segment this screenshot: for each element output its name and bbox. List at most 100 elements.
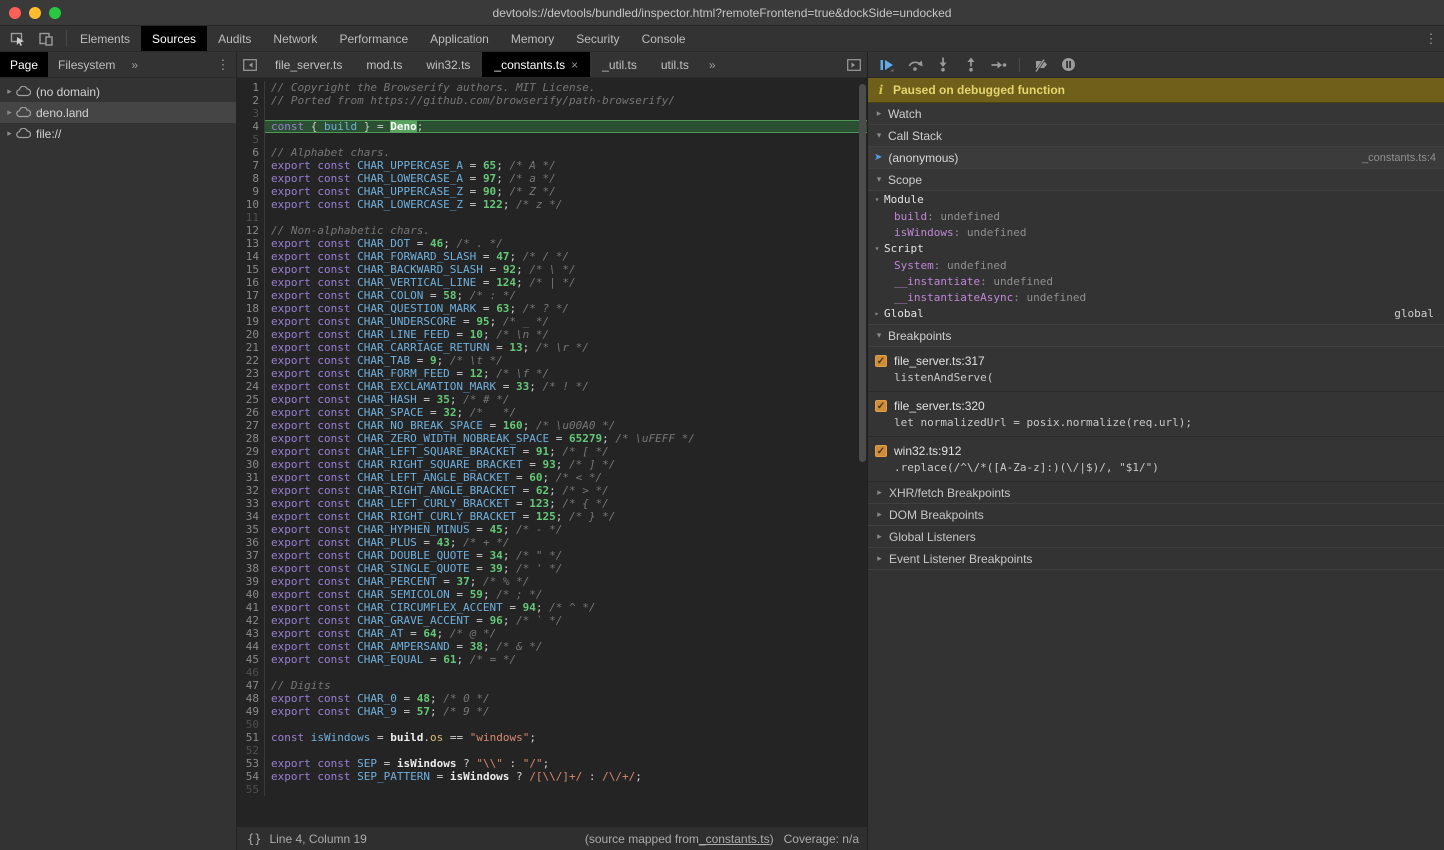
line-number[interactable]: 10 xyxy=(237,198,265,211)
line-number[interactable]: 29 xyxy=(237,445,265,458)
tree-item-no-domain[interactable]: ▸(no domain) xyxy=(0,81,236,102)
file-tab-file-server-ts[interactable]: file_server.ts xyxy=(263,52,354,77)
tab-audits[interactable]: Audits xyxy=(207,26,262,51)
line-number[interactable]: 15 xyxy=(237,263,265,276)
close-window-button[interactable] xyxy=(9,7,21,19)
tab-console[interactable]: Console xyxy=(631,26,697,51)
watch-section-header[interactable]: ▸ Watch xyxy=(868,103,1444,125)
tree-item-deno-land[interactable]: ▸deno.land xyxy=(0,102,236,123)
deactivate-breakpoints-button[interactable] xyxy=(1029,54,1051,76)
line-number[interactable]: 23 xyxy=(237,367,265,380)
line-number[interactable]: 48 xyxy=(237,692,265,705)
line-number[interactable]: 18 xyxy=(237,302,265,315)
step-over-button[interactable] xyxy=(904,54,926,76)
line-number[interactable]: 26 xyxy=(237,406,265,419)
more-navigator-tabs-icon[interactable]: » xyxy=(125,52,144,77)
tab-memory[interactable]: Memory xyxy=(500,26,565,51)
tab-security[interactable]: Security xyxy=(565,26,630,51)
line-number[interactable]: 39 xyxy=(237,575,265,588)
line-number[interactable]: 1 xyxy=(237,81,265,94)
tab-elements[interactable]: Elements xyxy=(69,26,141,51)
file-tab-util-ts[interactable]: util.ts xyxy=(649,52,701,77)
navigator-tab-filesystem[interactable]: Filesystem xyxy=(48,52,125,77)
section-dom-breakpoints[interactable]: ▸DOM Breakpoints xyxy=(868,504,1444,526)
line-number[interactable]: 4 xyxy=(237,120,265,133)
scope-variable[interactable]: __instantiateAsync: undefined xyxy=(868,289,1444,305)
source-mapped-link[interactable]: _constants.ts xyxy=(699,832,770,846)
line-number[interactable]: 45 xyxy=(237,653,265,666)
line-number[interactable]: 43 xyxy=(237,627,265,640)
line-number[interactable]: 11 xyxy=(237,211,265,224)
line-number[interactable]: 6 xyxy=(237,146,265,159)
pause-on-exceptions-button[interactable] xyxy=(1057,54,1079,76)
more-options-icon[interactable]: ⋮ xyxy=(1418,26,1444,51)
breakpoint-checkbox[interactable]: ✓ xyxy=(875,400,887,412)
line-number[interactable]: 36 xyxy=(237,536,265,549)
line-number[interactable]: 17 xyxy=(237,289,265,302)
more-file-tabs-icon[interactable]: » xyxy=(701,52,724,77)
section-event-listener-breakpoints[interactable]: ▸Event Listener Breakpoints xyxy=(868,548,1444,570)
scope-group-module[interactable]: ▾Module xyxy=(868,191,1444,208)
show-debugger-sidebar-icon[interactable] xyxy=(841,52,867,77)
breakpoint-entry[interactable]: ✓file_server.ts:317listenAndServe( xyxy=(868,347,1444,392)
tab-performance[interactable]: Performance xyxy=(328,26,419,51)
editor-scrollbar[interactable] xyxy=(859,84,866,462)
line-number[interactable]: 19 xyxy=(237,315,265,328)
scope-variable[interactable]: isWindows: undefined xyxy=(868,224,1444,240)
file-tab-win32-ts[interactable]: win32.ts xyxy=(414,52,482,77)
line-number[interactable]: 34 xyxy=(237,510,265,523)
call-stack-frame[interactable]: ➤(anonymous)_constants.ts:4 xyxy=(868,147,1444,169)
breakpoint-checkbox[interactable]: ✓ xyxy=(875,355,887,367)
line-number[interactable]: 30 xyxy=(237,458,265,471)
pretty-print-icon[interactable]: {} xyxy=(245,832,269,846)
line-number[interactable]: 31 xyxy=(237,471,265,484)
line-number[interactable]: 27 xyxy=(237,419,265,432)
section-xhr-fetch-breakpoints[interactable]: ▸XHR/fetch Breakpoints xyxy=(868,482,1444,504)
call-stack-section-header[interactable]: ▾ Call Stack xyxy=(868,125,1444,147)
code-editor[interactable]: 1// Copyright the Browserify authors. MI… xyxy=(237,78,867,826)
line-number[interactable]: 46 xyxy=(237,666,265,679)
section-global-listeners[interactable]: ▸Global Listeners xyxy=(868,526,1444,548)
line-number[interactable]: 5 xyxy=(237,133,265,146)
breakpoint-entry[interactable]: ✓win32.ts:912.replace(/^\/*([A-Za-z]:)(\… xyxy=(868,437,1444,482)
tree-item-file[interactable]: ▸file:// xyxy=(0,123,236,144)
line-number[interactable]: 55 xyxy=(237,783,265,796)
line-number[interactable]: 2 xyxy=(237,94,265,107)
line-number[interactable]: 42 xyxy=(237,614,265,627)
scope-section-header[interactable]: ▾ Scope xyxy=(868,169,1444,191)
line-number[interactable]: 35 xyxy=(237,523,265,536)
line-number[interactable]: 8 xyxy=(237,172,265,185)
tab-application[interactable]: Application xyxy=(419,26,500,51)
line-number[interactable]: 54 xyxy=(237,770,265,783)
scope-variable[interactable]: __instantiate: undefined xyxy=(868,273,1444,289)
line-number[interactable]: 13 xyxy=(237,237,265,250)
line-number[interactable]: 47 xyxy=(237,679,265,692)
resume-script-button[interactable] xyxy=(876,54,898,76)
file-tab-mod-ts[interactable]: mod.ts xyxy=(354,52,414,77)
line-number[interactable]: 40 xyxy=(237,588,265,601)
navigator-menu-icon[interactable]: ⋮ xyxy=(210,52,236,77)
scope-group-script[interactable]: ▾Script xyxy=(868,240,1444,257)
line-number[interactable]: 51 xyxy=(237,731,265,744)
step-into-button[interactable] xyxy=(932,54,954,76)
scope-group-global[interactable]: ▸Globalglobal xyxy=(868,305,1444,322)
line-number[interactable]: 20 xyxy=(237,328,265,341)
line-number[interactable]: 52 xyxy=(237,744,265,757)
line-number[interactable]: 53 xyxy=(237,757,265,770)
line-number[interactable]: 25 xyxy=(237,393,265,406)
zoom-window-button[interactable] xyxy=(49,7,61,19)
line-number[interactable]: 21 xyxy=(237,341,265,354)
breakpoint-checkbox[interactable]: ✓ xyxy=(875,445,887,457)
line-number[interactable]: 28 xyxy=(237,432,265,445)
inspect-element-icon[interactable] xyxy=(6,28,30,50)
breakpoints-section-header[interactable]: ▾ Breakpoints xyxy=(868,325,1444,347)
line-number[interactable]: 32 xyxy=(237,484,265,497)
navigator-tab-page[interactable]: Page xyxy=(0,52,48,77)
line-number[interactable]: 24 xyxy=(237,380,265,393)
line-number[interactable]: 16 xyxy=(237,276,265,289)
step-button[interactable] xyxy=(988,54,1010,76)
file-tab-constants-ts[interactable]: _constants.ts× xyxy=(482,52,590,77)
file-tab-util-ts[interactable]: _util.ts xyxy=(590,52,649,77)
line-number[interactable]: 9 xyxy=(237,185,265,198)
scope-variable[interactable]: build: undefined xyxy=(868,208,1444,224)
